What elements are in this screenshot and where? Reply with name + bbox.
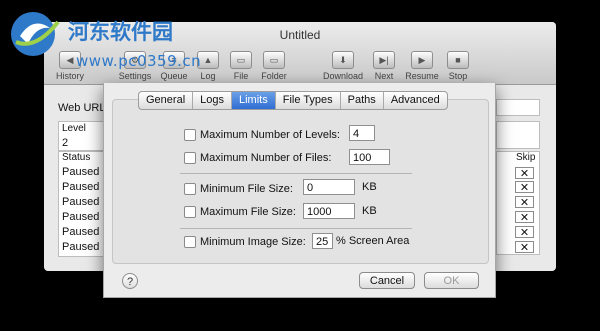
watermark: 河东软件园 www.pc0359.cn: [6, 4, 201, 70]
cancel-button[interactable]: Cancel: [359, 272, 415, 289]
skip-button[interactable]: ✕: [515, 167, 534, 180]
watermark-url: www.pc0359.cn: [76, 52, 202, 70]
max-levels-input[interactable]: 4: [349, 125, 375, 141]
min-file-size-input[interactable]: 0: [303, 179, 355, 195]
skip-header: Skip: [516, 152, 536, 163]
separator: [180, 173, 412, 174]
max-file-size-label: Maximum File Size:: [200, 206, 296, 218]
tab-logs[interactable]: Logs: [193, 92, 232, 109]
min-file-size-label: Minimum File Size:: [200, 183, 293, 195]
next-icon: ▶|: [373, 51, 395, 69]
watermark-site-name: 河东软件园: [68, 20, 173, 44]
level-table-right: [496, 121, 540, 149]
status-row: Paused: [62, 196, 100, 208]
help-button[interactable]: ?: [122, 273, 138, 289]
max-levels-label: Maximum Number of Levels:: [200, 129, 340, 141]
level-table: Level 2: [58, 121, 108, 151]
tab-general[interactable]: General: [139, 92, 194, 109]
skip-button[interactable]: ✕: [515, 226, 534, 239]
download-icon: ⬇: [332, 51, 354, 69]
skip-button[interactable]: ✕: [515, 196, 534, 209]
tab-paths[interactable]: Paths: [341, 92, 384, 109]
max-files-checkbox[interactable]: [184, 152, 196, 164]
max-files-input[interactable]: 100: [349, 149, 390, 165]
web-url-field[interactable]: [496, 99, 540, 116]
next-button[interactable]: ▶| Next: [364, 51, 404, 81]
status-row: Paused: [62, 241, 100, 253]
download-button[interactable]: ⬇ Download: [323, 51, 363, 81]
watermark-logo-icon: [11, 12, 60, 56]
status-header: Status: [62, 152, 91, 163]
max-file-size-row: Maximum File Size:: [184, 204, 296, 220]
stop-icon: ■: [447, 51, 469, 69]
file-icon: ▭: [230, 51, 252, 69]
status-row: Paused: [62, 166, 100, 178]
min-image-size-label: Minimum Image Size:: [200, 236, 306, 248]
resume-button[interactable]: ▶ Resume: [402, 51, 442, 81]
status-row: Paused: [62, 226, 100, 238]
tab-limits[interactable]: Limits: [232, 92, 276, 109]
skip-button[interactable]: ✕: [515, 211, 534, 224]
tab-advanced[interactable]: Advanced: [384, 92, 447, 109]
folder-button[interactable]: ▭ Folder: [254, 51, 294, 81]
separator: [180, 228, 412, 229]
min-file-size-unit: KB: [362, 181, 377, 193]
status-row: Paused: [62, 181, 100, 193]
max-levels-row: Maximum Number of Levels:: [184, 127, 340, 143]
settings-tabs: General Logs Limits File Types Paths Adv…: [138, 91, 448, 110]
min-file-size-row: Minimum File Size:: [184, 181, 293, 197]
max-files-row: Maximum Number of Files:: [184, 150, 331, 166]
skip-button[interactable]: ✕: [515, 241, 534, 254]
max-levels-checkbox[interactable]: [184, 129, 196, 141]
max-files-label: Maximum Number of Files:: [200, 152, 332, 164]
level-value[interactable]: 2: [62, 137, 68, 149]
settings-sheet: General Logs Limits File Types Paths Adv…: [103, 83, 496, 298]
max-file-size-input[interactable]: 1000: [303, 203, 355, 219]
max-file-size-unit: KB: [362, 205, 377, 217]
folder-icon: ▭: [263, 51, 285, 69]
skip-button[interactable]: ✕: [515, 181, 534, 194]
min-file-size-checkbox[interactable]: [184, 183, 196, 195]
ok-button[interactable]: OK: [424, 272, 479, 289]
tab-file-types[interactable]: File Types: [276, 92, 341, 109]
min-image-size-row: Minimum Image Size:: [184, 234, 306, 250]
max-file-size-checkbox[interactable]: [184, 206, 196, 218]
min-image-size-checkbox[interactable]: [184, 236, 196, 248]
stop-button[interactable]: ■ Stop: [438, 51, 478, 81]
min-image-size-input[interactable]: 25: [312, 233, 333, 249]
level-header: Level: [62, 123, 86, 134]
min-image-size-unit: % Screen Area: [336, 235, 410, 247]
status-row: Paused: [62, 211, 100, 223]
resume-icon: ▶: [411, 51, 433, 69]
status-table: Status Paused Paused Paused Paused Pause…: [58, 151, 108, 257]
web-url-label: Web URL:: [58, 102, 109, 114]
